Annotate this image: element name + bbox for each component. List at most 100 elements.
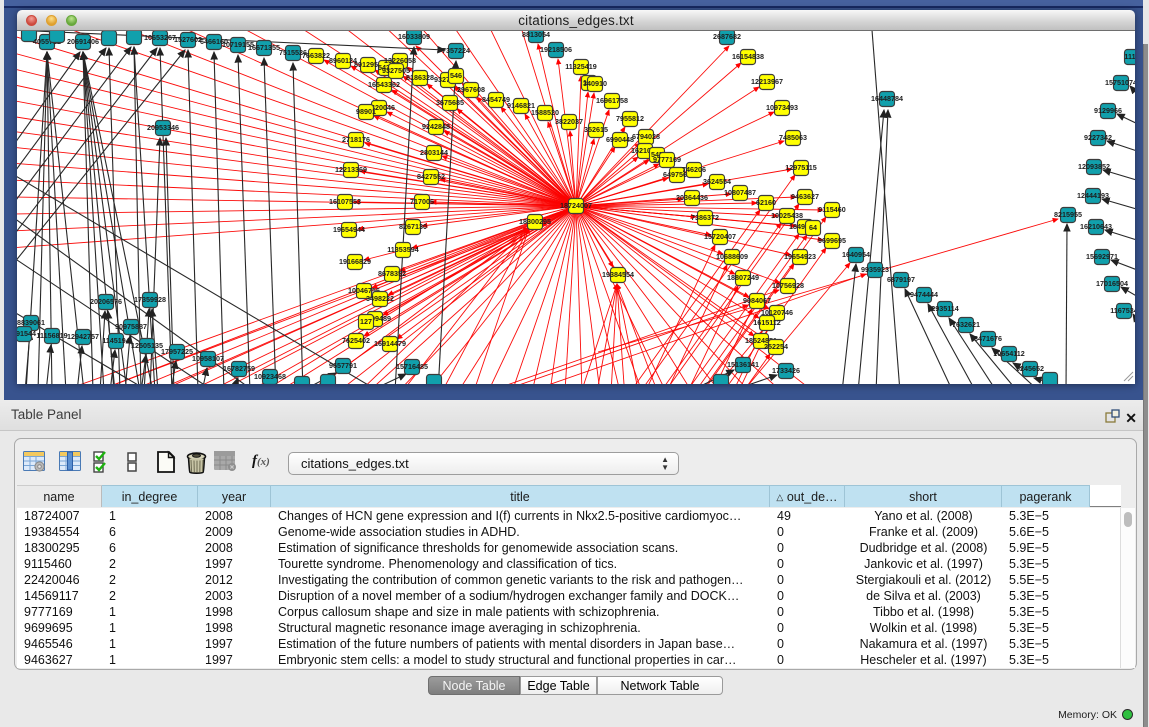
svg-text:391544: 391544: [17, 329, 36, 338]
svg-text:20364436: 20364436: [676, 193, 708, 202]
svg-text:2718176: 2718176: [342, 135, 370, 144]
svg-text:1615112: 1615112: [753, 318, 781, 327]
svg-text:10807487: 10807487: [724, 188, 756, 197]
svg-text:6990448: 6990448: [606, 135, 634, 144]
svg-text:8839061: 8839061: [17, 318, 45, 327]
svg-text:20691406: 20691406: [67, 37, 99, 46]
svg-text:98901: 98901: [356, 107, 376, 116]
svg-text:1588520: 1588520: [531, 108, 559, 117]
svg-text:19166829: 19166829: [339, 257, 371, 266]
svg-text:15716485: 15716485: [396, 362, 428, 371]
svg-text:10653267: 10653267: [144, 33, 176, 42]
svg-text:7632621: 7632621: [952, 320, 980, 329]
svg-text:12444193: 12444193: [1077, 191, 1109, 200]
svg-text:17957225: 17957225: [161, 347, 193, 356]
svg-text:9463627: 9463627: [791, 192, 819, 201]
svg-text:9227342: 9227342: [1084, 133, 1112, 142]
svg-text:20953346: 20953346: [147, 123, 179, 132]
svg-text:8267130: 8267130: [399, 222, 427, 231]
svg-text:9242848: 9242848: [422, 122, 450, 131]
svg-text:11325419: 11325419: [565, 62, 597, 71]
svg-text:16107553: 16107553: [329, 197, 361, 206]
svg-text:3498222: 3498222: [366, 294, 394, 303]
svg-text:7357224: 7357224: [442, 46, 470, 55]
svg-text:15692971: 15692971: [1086, 252, 1118, 261]
svg-text:15136141: 15136141: [727, 360, 759, 369]
svg-text:17359928: 17359928: [134, 295, 166, 304]
svg-text:1640954: 1640954: [842, 250, 870, 259]
svg-text:11353594: 11353594: [387, 245, 419, 254]
svg-text:9245652: 9245652: [1016, 364, 1044, 373]
svg-text:16914479: 16914479: [374, 339, 406, 348]
svg-text:3624554: 3624554: [703, 177, 731, 186]
svg-text:16543362: 16543362: [368, 80, 400, 89]
svg-text:7386372: 7386372: [691, 213, 719, 222]
svg-text:10973493: 10973493: [766, 103, 798, 112]
svg-text:15751074: 15751074: [1105, 78, 1135, 87]
svg-text:252254: 252254: [764, 342, 788, 351]
svg-text:8427552: 8427552: [417, 172, 445, 181]
svg-text:352615: 352615: [584, 125, 608, 134]
svg-text:12942757: 12942757: [67, 332, 99, 341]
svg-text:2935114: 2935114: [931, 304, 959, 313]
svg-text:10025438: 10025438: [771, 211, 803, 220]
svg-text:717006: 717006: [410, 197, 434, 206]
svg-text:17016504: 17016504: [1096, 279, 1128, 288]
svg-text:10654112: 10654112: [993, 349, 1025, 358]
svg-text:2967608: 2967608: [457, 85, 485, 94]
svg-text:19384554: 19384554: [602, 270, 634, 279]
svg-text:10688609: 10688609: [716, 252, 748, 261]
svg-text:19654944: 19654944: [333, 225, 365, 234]
svg-text:19218506: 19218506: [540, 45, 572, 54]
svg-text:16033809: 16033809: [398, 32, 430, 41]
svg-text:10756928: 10756928: [772, 281, 804, 290]
svg-text:9084067: 9084067: [743, 296, 771, 305]
svg-text:9777169: 9777169: [653, 155, 681, 164]
svg-text:12505135: 12505135: [131, 341, 163, 350]
svg-text:64: 64: [809, 223, 817, 232]
svg-text:746206: 746206: [682, 165, 706, 174]
svg-text:7485063: 7485063: [779, 133, 807, 142]
svg-text:1167534: 1167534: [1110, 306, 1135, 315]
svg-text:1145194: 1145194: [102, 336, 130, 345]
svg-text:9657791: 9657791: [329, 361, 357, 370]
svg-text:2803144: 2803144: [420, 148, 448, 157]
svg-text:12213369: 12213369: [335, 165, 367, 174]
svg-text:1733426: 1733426: [772, 366, 800, 375]
svg-text:7955812: 7955812: [616, 114, 644, 123]
svg-text:9474444: 9474444: [910, 290, 938, 299]
svg-text:15720407: 15720407: [704, 232, 736, 241]
svg-text:127: 127: [360, 317, 372, 326]
svg-text:8960124: 8960124: [329, 56, 357, 65]
svg-text:1112: 1112: [1124, 52, 1135, 61]
svg-text:11156819: 11156819: [36, 331, 67, 340]
svg-text:9699695: 9699695: [818, 236, 846, 245]
svg-text:8186328: 8186328: [406, 73, 434, 82]
svg-text:3675685: 3675685: [436, 98, 464, 107]
svg-text:8454749: 8454749: [482, 95, 510, 104]
svg-text:18724007: 18724007: [560, 201, 592, 210]
svg-text:12093852: 12093852: [1078, 162, 1110, 171]
svg-text:19654923: 19654923: [784, 252, 816, 261]
svg-text:546: 546: [450, 71, 462, 80]
svg-text:9129966: 9129966: [1094, 106, 1122, 115]
svg-text:16154838: 16154838: [732, 52, 764, 61]
svg-text:8215955: 8215955: [1054, 210, 1082, 219]
svg-text:6879197: 6879197: [887, 275, 915, 284]
svg-text:6794028: 6794028: [632, 132, 660, 141]
svg-text:340910: 340910: [583, 79, 607, 88]
svg-text:9935923: 9935923: [861, 265, 889, 274]
svg-text:90975887: 90975887: [115, 322, 147, 331]
svg-text:8813054: 8813054: [522, 31, 550, 39]
svg-text:8678352: 8678352: [378, 269, 406, 278]
svg-text:1527602: 1527602: [174, 35, 202, 44]
svg-text:7663822: 7663822: [302, 51, 330, 60]
svg-text:16961758: 16961758: [596, 96, 628, 105]
svg-text:10958107: 10958107: [192, 354, 224, 363]
svg-text:9115460: 9115460: [818, 205, 846, 214]
svg-text:16448784: 16448784: [871, 94, 903, 103]
svg-text:12975115: 12975115: [785, 163, 817, 172]
svg-text:2687682: 2687682: [713, 32, 741, 41]
svg-text:3822037: 3822037: [555, 117, 583, 126]
svg-text:20206576: 20206576: [90, 297, 122, 306]
